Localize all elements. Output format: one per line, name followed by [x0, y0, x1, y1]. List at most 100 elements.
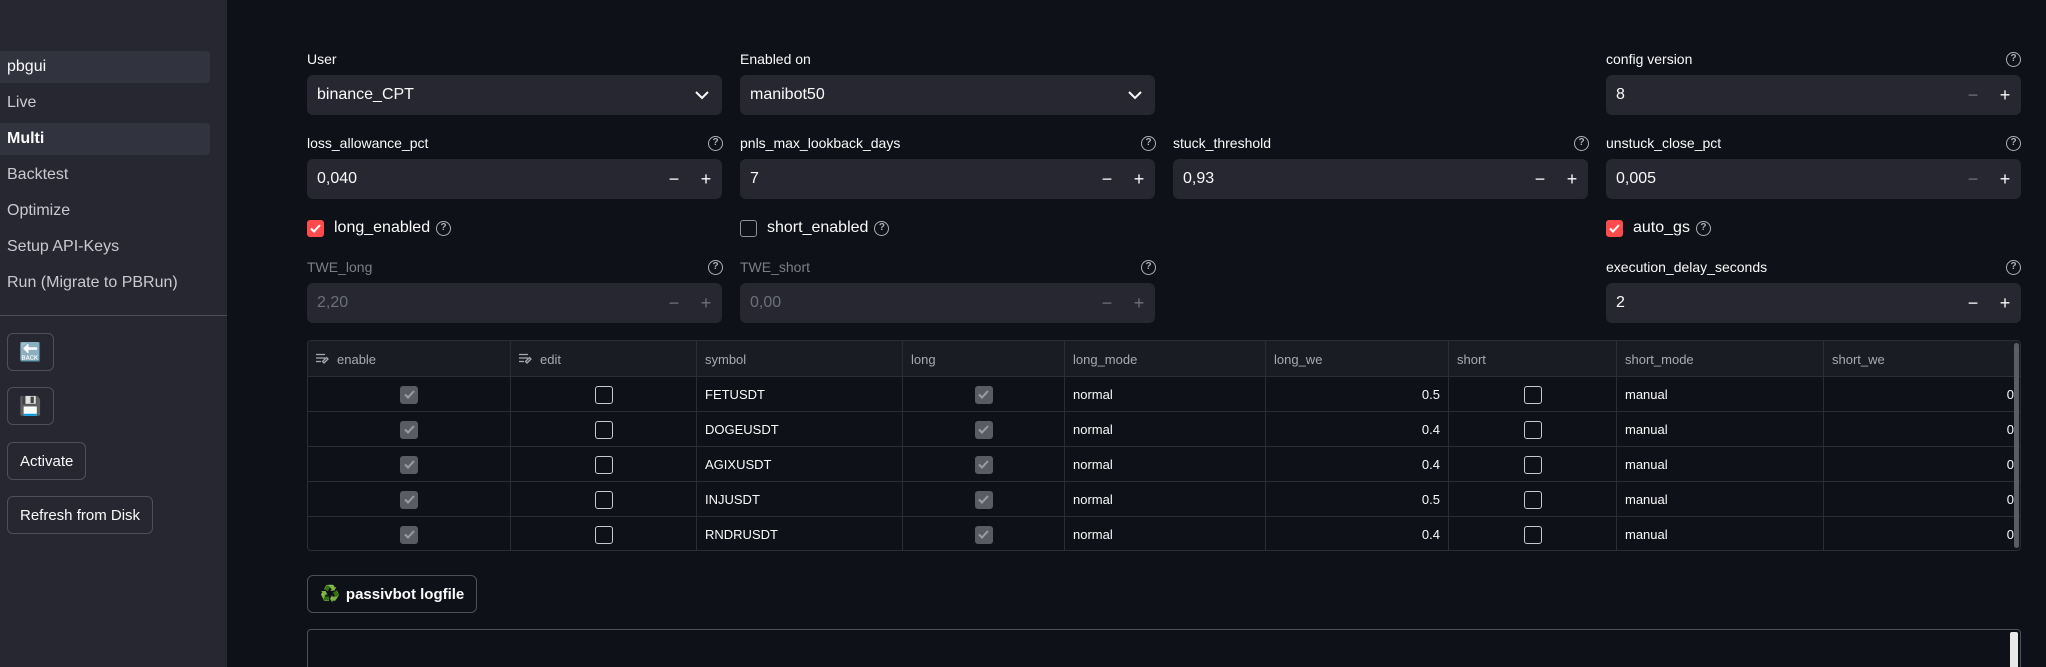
help-icon[interactable]: ? [2006, 52, 2021, 67]
pnls-lookback-input[interactable]: 7 − + [740, 159, 1155, 199]
column-header-long[interactable]: long [903, 341, 1065, 377]
column-header-symbol[interactable]: symbol [697, 341, 903, 377]
help-icon[interactable]: ? [708, 136, 723, 151]
passivbot-logfile-button[interactable]: ♻️ passivbot logfile [307, 575, 478, 613]
back-button[interactable]: 🔙 [7, 333, 54, 371]
increment-button[interactable]: + [1556, 159, 1588, 199]
increment-button[interactable]: + [1123, 159, 1155, 199]
nav-item-run[interactable]: Run (Migrate to PBRun) [0, 267, 210, 299]
help-icon[interactable]: ? [1695, 220, 1711, 236]
cell-symbol[interactable]: RNDRUSDT [697, 517, 903, 550]
nav-item-setup-api-keys[interactable]: Setup API-Keys [0, 231, 210, 263]
cell-long-we[interactable]: 0.4 [1266, 447, 1449, 482]
help-icon[interactable]: ? [1141, 260, 1156, 275]
help-icon[interactable]: ? [2006, 260, 2021, 275]
decrement-button[interactable]: − [658, 159, 690, 199]
cell-long-we[interactable]: 0.5 [1266, 377, 1449, 412]
column-header-edit[interactable]: edit [511, 341, 697, 377]
table-row[interactable]: FETUSDT normal 0.5 manual 0 [308, 377, 2020, 412]
cell-short-we[interactable]: 0 [1824, 412, 2020, 447]
table-row[interactable]: INJUSDT normal 0.5 manual 0 [308, 482, 2020, 517]
activate-button[interactable]: Activate [7, 442, 87, 480]
cell-short-mode[interactable]: manual [1617, 412, 1824, 447]
cell-short-we[interactable]: 0 [1824, 517, 2020, 550]
table-row[interactable]: DOGEUSDT normal 0.4 manual 0 [308, 412, 2020, 447]
increment-button[interactable]: + [1989, 283, 2021, 323]
long-enabled-label: long_enabled [334, 219, 431, 236]
increment-button[interactable]: + [1989, 75, 2021, 115]
increment-button[interactable]: + [1989, 159, 2021, 199]
cell-long-mode[interactable]: normal [1065, 377, 1266, 412]
long-enabled-checkbox[interactable]: long_enabled ? [307, 219, 452, 237]
table-row[interactable]: AGIXUSDT normal 0.4 manual 0 [308, 447, 2020, 482]
increment-button[interactable]: + [690, 159, 722, 199]
checkbox-unchecked-icon[interactable] [594, 385, 613, 404]
column-header-short-we[interactable]: short_we [1824, 341, 2020, 377]
logfile-textarea[interactable] [307, 629, 2021, 667]
unstuck-close-input[interactable]: 0,005 − + [1606, 159, 2021, 199]
nav-item-pbgui[interactable]: pbgui [0, 51, 210, 83]
nav-item-backtest[interactable]: Backtest [0, 159, 210, 191]
column-header-short-mode[interactable]: short_mode [1617, 341, 1824, 377]
decrement-button[interactable]: − [1957, 159, 1989, 199]
cell-short-mode[interactable]: manual [1617, 377, 1824, 412]
column-header-long-mode[interactable]: long_mode [1065, 341, 1266, 377]
nav-item-optimize[interactable]: Optimize [0, 195, 210, 227]
nav-item-multi[interactable]: Multi [0, 123, 210, 155]
checkbox-unchecked-icon[interactable] [1523, 385, 1542, 404]
checkbox-unchecked-icon[interactable] [594, 490, 613, 509]
decrement-button[interactable]: − [1524, 159, 1556, 199]
cell-short-mode[interactable]: manual [1617, 482, 1824, 517]
decrement-button[interactable]: − [1957, 75, 1989, 115]
cell-long-mode[interactable]: normal [1065, 447, 1266, 482]
table-scrollbar[interactable] [2014, 343, 2019, 548]
cell-short-we[interactable]: 0 [1824, 482, 2020, 517]
nav-item-live[interactable]: Live [0, 87, 210, 119]
save-button[interactable]: 💾 [7, 387, 54, 425]
cell-short-mode[interactable]: manual [1617, 517, 1824, 550]
checkbox-unchecked-icon[interactable] [594, 420, 613, 439]
decrement-button[interactable]: − [1091, 159, 1123, 199]
cell-short-we[interactable]: 0 [1824, 447, 2020, 482]
stuck-threshold-input[interactable]: 0,93 − + [1173, 159, 1588, 199]
cell-symbol[interactable]: FETUSDT [697, 377, 903, 412]
cell-long-mode[interactable]: normal [1065, 482, 1266, 517]
help-icon[interactable]: ? [708, 260, 723, 275]
checkbox-unchecked-icon[interactable] [594, 455, 613, 474]
cell-long-we[interactable]: 0.4 [1266, 517, 1449, 550]
loss-allowance-input[interactable]: 0,040 − + [307, 159, 722, 199]
cell-long-we[interactable]: 0.4 [1266, 412, 1449, 447]
cell-short-mode[interactable]: manual [1617, 447, 1824, 482]
table-row[interactable]: RNDRUSDT normal 0.4 manual 0 [308, 517, 2020, 550]
cell-symbol[interactable]: AGIXUSDT [697, 447, 903, 482]
checkbox-unchecked-icon[interactable] [1523, 490, 1542, 509]
column-header-enable[interactable]: enable [308, 341, 511, 377]
execution-delay-input[interactable]: 2 − + [1606, 283, 2021, 323]
auto-gs-checkbox[interactable]: auto_gs ? [1606, 219, 1711, 237]
decrement-button[interactable]: − [1957, 283, 1989, 323]
enabled-on-select[interactable]: manibot50 [740, 75, 1155, 115]
cell-symbol[interactable]: DOGEUSDT [697, 412, 903, 447]
symbols-table[interactable]: enable edit symbol long long_mode long_w… [307, 340, 2021, 551]
help-icon[interactable]: ? [874, 220, 890, 236]
cell-long-mode[interactable]: normal [1065, 517, 1266, 550]
help-icon[interactable]: ? [1141, 136, 1156, 151]
help-icon[interactable]: ? [436, 220, 452, 236]
cell-short-we[interactable]: 0 [1824, 377, 2020, 412]
cell-symbol[interactable]: INJUSDT [697, 482, 903, 517]
cell-long-mode[interactable]: normal [1065, 412, 1266, 447]
checkbox-unchecked-icon[interactable] [1523, 420, 1542, 439]
checkbox-unchecked-icon[interactable] [1523, 455, 1542, 474]
refresh-from-disk-button[interactable]: Refresh from Disk [7, 496, 154, 534]
user-select[interactable]: binance_CPT [307, 75, 722, 115]
column-header-long-we[interactable]: long_we [1266, 341, 1449, 377]
cell-long-we[interactable]: 0.5 [1266, 482, 1449, 517]
checkbox-unchecked-icon[interactable] [594, 525, 613, 544]
short-enabled-checkbox[interactable]: short_enabled ? [740, 219, 890, 237]
config-version-input[interactable]: 8 − + [1606, 75, 2021, 115]
help-icon[interactable]: ? [2006, 136, 2021, 151]
checkbox-unchecked-icon[interactable] [1523, 525, 1542, 544]
help-icon[interactable]: ? [1574, 136, 1589, 151]
logfile-scrollbar[interactable] [2010, 632, 2018, 667]
column-header-short[interactable]: short [1449, 341, 1617, 377]
